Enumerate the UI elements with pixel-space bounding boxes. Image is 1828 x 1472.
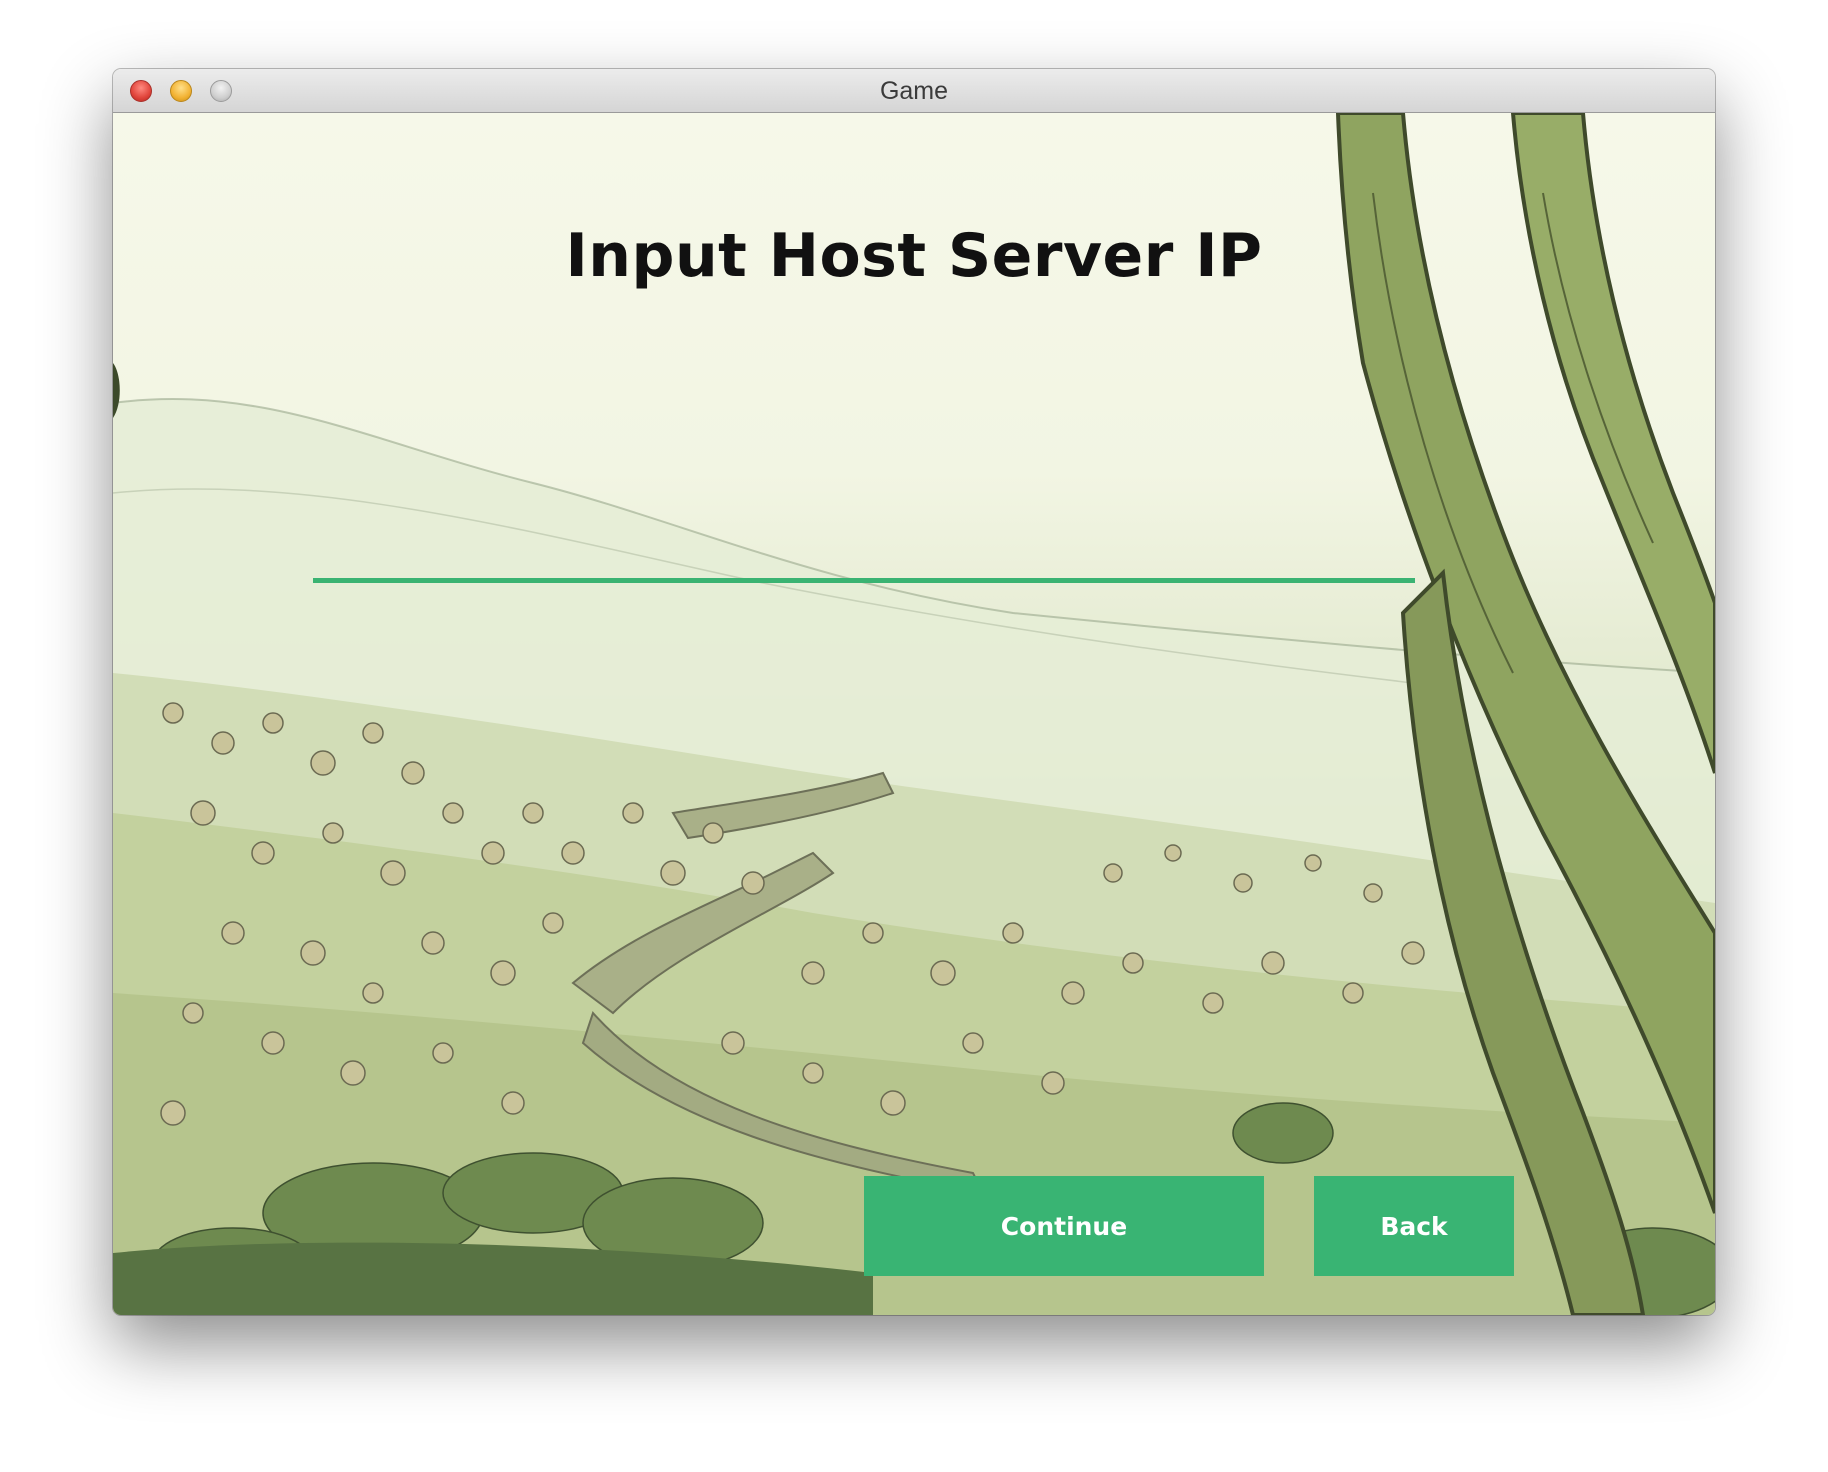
window-title: Game bbox=[879, 77, 949, 105]
game-window: Game Input Host Server IP Continue Back bbox=[113, 69, 1715, 1315]
page-title: Input Host Server IP bbox=[565, 221, 1263, 291]
game-screen: Input Host Server IP Continue Back bbox=[113, 113, 1715, 1315]
continue-button[interactable]: Continue bbox=[864, 1176, 1264, 1276]
host-ip-input[interactable] bbox=[313, 513, 1415, 583]
landscape-background bbox=[113, 113, 1715, 1315]
back-button[interactable]: Back bbox=[1314, 1176, 1514, 1276]
title-bar[interactable]: Game bbox=[113, 69, 1715, 113]
